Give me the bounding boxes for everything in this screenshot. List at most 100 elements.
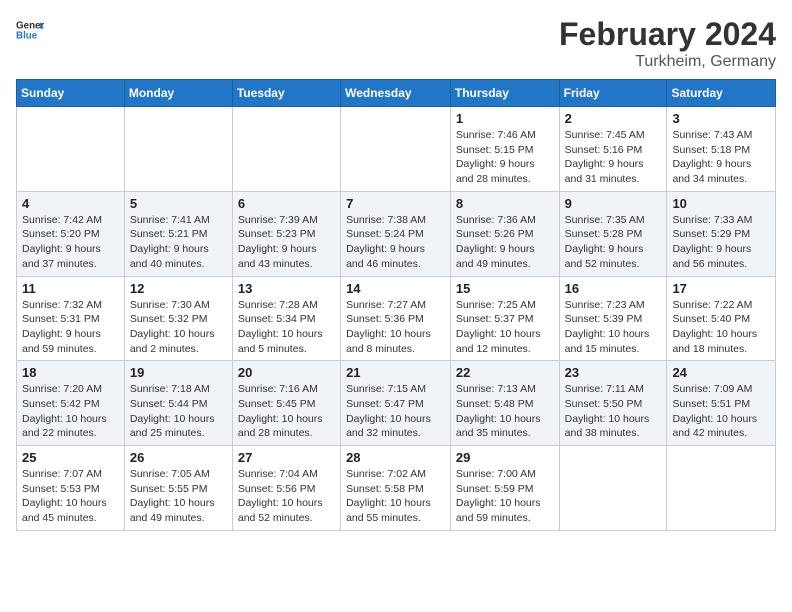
calendar-day-cell: 28 Sunrise: 7:02 AM Sunset: 5:58 PM Dayli…	[341, 446, 451, 531]
day-number: 9	[565, 196, 662, 211]
weekday-header-sunday: Sunday	[17, 80, 125, 107]
day-info: Sunrise: 7:42 AM Sunset: 5:20 PM Dayligh…	[22, 213, 119, 272]
day-number: 1	[456, 111, 554, 126]
day-info: Sunrise: 7:22 AM Sunset: 5:40 PM Dayligh…	[672, 298, 770, 357]
day-info: Sunrise: 7:45 AM Sunset: 5:16 PM Dayligh…	[565, 128, 662, 187]
calendar-week-row: 4 Sunrise: 7:42 AM Sunset: 5:20 PM Daylig…	[17, 191, 776, 276]
day-number: 28	[346, 450, 445, 465]
month-title: February 2024	[559, 16, 776, 53]
calendar-day-cell: 29 Sunrise: 7:00 AM Sunset: 5:59 PM Dayli…	[450, 446, 559, 531]
day-number: 2	[565, 111, 662, 126]
calendar-week-row: 1 Sunrise: 7:46 AM Sunset: 5:15 PM Daylig…	[17, 107, 776, 192]
day-info: Sunrise: 7:35 AM Sunset: 5:28 PM Dayligh…	[565, 213, 662, 272]
day-info: Sunrise: 7:18 AM Sunset: 5:44 PM Dayligh…	[130, 382, 227, 441]
empty-day-cell	[341, 107, 451, 192]
calendar-day-cell: 15Sunrise: 7:25 AM Sunset: 5:37 PM Dayli…	[450, 276, 559, 361]
calendar-day-cell: 20Sunrise: 7:16 AM Sunset: 5:45 PM Dayli…	[232, 361, 340, 446]
calendar-day-cell: 14 Sunrise: 7:27 AM Sunset: 5:36 PM Dayli…	[341, 276, 451, 361]
day-number: 17	[672, 281, 770, 296]
calendar-week-row: 18Sunrise: 7:20 AM Sunset: 5:42 PM Dayli…	[17, 361, 776, 446]
day-info: Sunrise: 7:00 AM Sunset: 5:59 PM Dayligh…	[456, 467, 554, 526]
day-number: 27	[238, 450, 335, 465]
day-info: Sunrise: 7:23 AM Sunset: 5:39 PM Dayligh…	[565, 298, 662, 357]
day-number: 13	[238, 281, 335, 296]
weekday-header-row: SundayMondayTuesdayWednesdayThursdayFrid…	[17, 80, 776, 107]
calendar-day-cell: 19 Sunrise: 7:18 AM Sunset: 5:44 PM Dayli…	[124, 361, 232, 446]
day-number: 10	[672, 196, 770, 211]
empty-day-cell	[124, 107, 232, 192]
calendar-day-cell: 3 Sunrise: 7:43 AM Sunset: 5:18 PM Daylig…	[667, 107, 776, 192]
day-info: Sunrise: 7:25 AM Sunset: 5:37 PM Dayligh…	[456, 298, 554, 357]
day-number: 6	[238, 196, 335, 211]
calendar-day-cell: 17 Sunrise: 7:22 AM Sunset: 5:40 PM Dayli…	[667, 276, 776, 361]
calendar-day-cell: 24 Sunrise: 7:09 AM Sunset: 5:51 PM Dayli…	[667, 361, 776, 446]
day-info: Sunrise: 7:39 AM Sunset: 5:23 PM Dayligh…	[238, 213, 335, 272]
day-number: 5	[130, 196, 227, 211]
day-number: 14	[346, 281, 445, 296]
calendar-week-row: 25 Sunrise: 7:07 AM Sunset: 5:53 PM Dayli…	[17, 446, 776, 531]
empty-day-cell	[17, 107, 125, 192]
day-info: Sunrise: 7:27 AM Sunset: 5:36 PM Dayligh…	[346, 298, 445, 357]
day-info: Sunrise: 7:13 AM Sunset: 5:48 PM Dayligh…	[456, 382, 554, 441]
day-info: Sunrise: 7:09 AM Sunset: 5:51 PM Dayligh…	[672, 382, 770, 441]
page-header: General Blue February 2024 Turkheim, Ger…	[16, 16, 776, 71]
calendar-day-cell: 26 Sunrise: 7:05 AM Sunset: 5:55 PM Dayli…	[124, 446, 232, 531]
day-number: 16	[565, 281, 662, 296]
weekday-header-saturday: Saturday	[667, 80, 776, 107]
day-info: Sunrise: 7:20 AM Sunset: 5:42 PM Dayligh…	[22, 382, 119, 441]
logo-icon: General Blue	[16, 16, 44, 44]
empty-day-cell	[559, 446, 667, 531]
day-info: Sunrise: 7:33 AM Sunset: 5:29 PM Dayligh…	[672, 213, 770, 272]
calendar-day-cell: 8 Sunrise: 7:36 AM Sunset: 5:26 PM Daylig…	[450, 191, 559, 276]
weekday-header-wednesday: Wednesday	[341, 80, 451, 107]
day-info: Sunrise: 7:46 AM Sunset: 5:15 PM Dayligh…	[456, 128, 554, 187]
title-block: February 2024 Turkheim, Germany	[559, 16, 776, 71]
day-number: 11	[22, 281, 119, 296]
day-number: 29	[456, 450, 554, 465]
calendar-day-cell: 13 Sunrise: 7:28 AM Sunset: 5:34 PM Dayli…	[232, 276, 340, 361]
calendar-week-row: 11 Sunrise: 7:32 AM Sunset: 5:31 PM Dayli…	[17, 276, 776, 361]
day-info: Sunrise: 7:04 AM Sunset: 5:56 PM Dayligh…	[238, 467, 335, 526]
logo: General Blue	[16, 16, 44, 44]
empty-day-cell	[232, 107, 340, 192]
day-info: Sunrise: 7:05 AM Sunset: 5:55 PM Dayligh…	[130, 467, 227, 526]
calendar-day-cell: 18Sunrise: 7:20 AM Sunset: 5:42 PM Dayli…	[17, 361, 125, 446]
weekday-header-monday: Monday	[124, 80, 232, 107]
day-info: Sunrise: 7:30 AM Sunset: 5:32 PM Dayligh…	[130, 298, 227, 357]
day-info: Sunrise: 7:32 AM Sunset: 5:31 PM Dayligh…	[22, 298, 119, 357]
day-info: Sunrise: 7:02 AM Sunset: 5:58 PM Dayligh…	[346, 467, 445, 526]
calendar-day-cell: 27 Sunrise: 7:04 AM Sunset: 5:56 PM Dayli…	[232, 446, 340, 531]
day-number: 3	[672, 111, 770, 126]
weekday-header-thursday: Thursday	[450, 80, 559, 107]
calendar-day-cell: 21Sunrise: 7:15 AM Sunset: 5:47 PM Dayli…	[341, 361, 451, 446]
day-number: 4	[22, 196, 119, 211]
day-info: Sunrise: 7:43 AM Sunset: 5:18 PM Dayligh…	[672, 128, 770, 187]
day-number: 12	[130, 281, 227, 296]
day-info: Sunrise: 7:41 AM Sunset: 5:21 PM Dayligh…	[130, 213, 227, 272]
location-title: Turkheim, Germany	[559, 53, 776, 71]
day-info: Sunrise: 7:07 AM Sunset: 5:53 PM Dayligh…	[22, 467, 119, 526]
calendar-day-cell: 11 Sunrise: 7:32 AM Sunset: 5:31 PM Dayli…	[17, 276, 125, 361]
day-number: 26	[130, 450, 227, 465]
calendar-day-cell: 10 Sunrise: 7:33 AM Sunset: 5:29 PM Dayli…	[667, 191, 776, 276]
day-number: 23	[565, 365, 662, 380]
calendar-day-cell: 4 Sunrise: 7:42 AM Sunset: 5:20 PM Daylig…	[17, 191, 125, 276]
calendar-day-cell: 12 Sunrise: 7:30 AM Sunset: 5:32 PM Dayli…	[124, 276, 232, 361]
weekday-header-tuesday: Tuesday	[232, 80, 340, 107]
day-number: 25	[22, 450, 119, 465]
day-number: 7	[346, 196, 445, 211]
day-number: 22	[456, 365, 554, 380]
day-info: Sunrise: 7:36 AM Sunset: 5:26 PM Dayligh…	[456, 213, 554, 272]
day-number: 24	[672, 365, 770, 380]
day-number: 21	[346, 365, 445, 380]
calendar-day-cell: 9 Sunrise: 7:35 AM Sunset: 5:28 PM Daylig…	[559, 191, 667, 276]
svg-text:Blue: Blue	[16, 30, 38, 41]
calendar-day-cell: 1 Sunrise: 7:46 AM Sunset: 5:15 PM Daylig…	[450, 107, 559, 192]
calendar-day-cell: 2 Sunrise: 7:45 AM Sunset: 5:16 PM Daylig…	[559, 107, 667, 192]
day-info: Sunrise: 7:38 AM Sunset: 5:24 PM Dayligh…	[346, 213, 445, 272]
day-number: 8	[456, 196, 554, 211]
day-number: 19	[130, 365, 227, 380]
empty-day-cell	[667, 446, 776, 531]
weekday-header-friday: Friday	[559, 80, 667, 107]
day-info: Sunrise: 7:28 AM Sunset: 5:34 PM Dayligh…	[238, 298, 335, 357]
